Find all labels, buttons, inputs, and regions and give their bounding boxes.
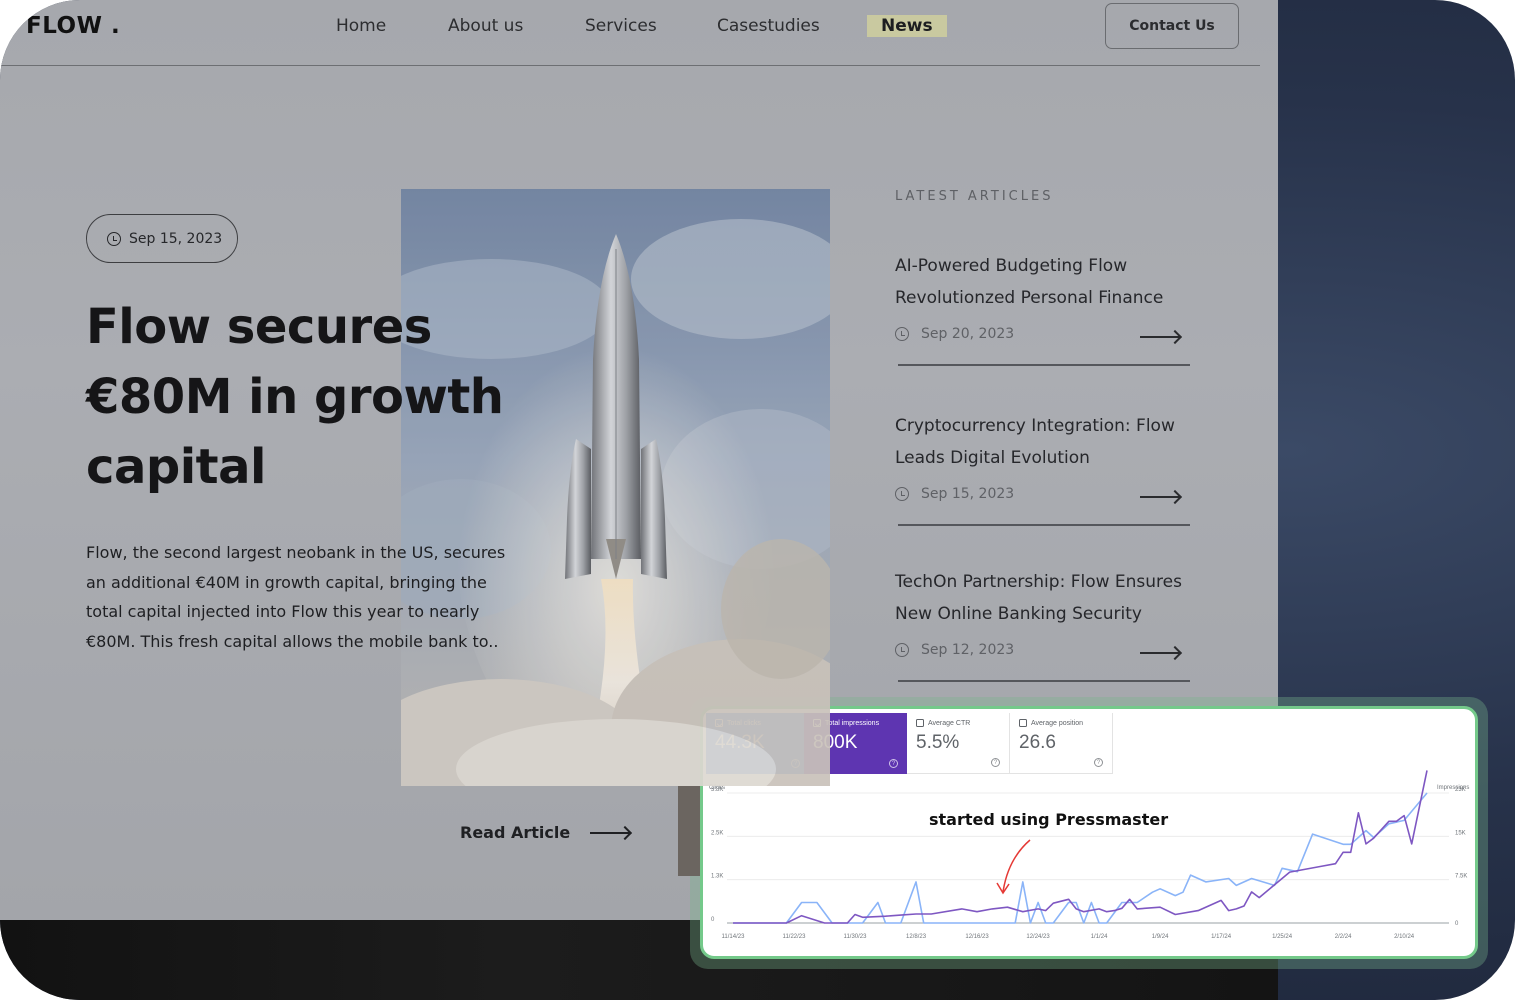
hero-headline: Flow secures €80M in growth capital	[86, 299, 504, 495]
arrow-right-icon	[590, 831, 631, 834]
x-tick-label: 12/16/23	[965, 934, 989, 940]
article-meta: Sep 12, 2023	[895, 642, 1190, 658]
hero-image-shadow	[678, 786, 700, 876]
hero-date-badge: Sep 15, 2023	[86, 214, 238, 263]
x-tick-label: 1/9/24	[1152, 934, 1169, 940]
nav-home[interactable]: Home	[336, 16, 386, 36]
x-tick-label: 1/25/24	[1272, 934, 1293, 940]
x-tick-label: 11/14/23	[722, 934, 746, 940]
arrow-right-icon[interactable]	[1140, 496, 1180, 498]
nav-services[interactable]: Services	[585, 16, 657, 36]
x-tick-label: 12/24/23	[1026, 934, 1050, 940]
divider	[898, 680, 1190, 682]
hero-date: Sep 15, 2023	[129, 230, 223, 247]
article-date: Sep 15, 2023	[921, 486, 1015, 502]
contact-us-button[interactable]: Contact Us	[1105, 3, 1239, 49]
y-right-axis-label: Impressions	[1437, 785, 1469, 791]
nav-about-us[interactable]: About us	[448, 16, 523, 36]
article-item[interactable]: Cryptocurrency Integration: Flow Leads D…	[895, 410, 1190, 526]
x-tick-label: 11/30/23	[844, 934, 868, 940]
latest-articles-heading: LATEST ARTICLES	[895, 189, 1054, 204]
annotation-arrow	[1002, 839, 1031, 893]
clock-icon	[895, 487, 909, 501]
logo[interactable]: FLOW .	[26, 13, 120, 39]
article-item[interactable]: TechOn Partnership: Flow Ensures New Onl…	[895, 566, 1190, 682]
article-item[interactable]: AI-Powered Budgeting Flow Revolutionzed …	[895, 250, 1190, 366]
y-right-tick-label: 15K	[1455, 830, 1466, 836]
arrow-right-icon[interactable]	[1140, 336, 1180, 338]
y-left-tick-label: 2.5K	[711, 830, 723, 836]
x-tick-label: 2/2/24	[1335, 934, 1352, 940]
nav-news[interactable]: News	[867, 15, 947, 37]
y-right-tick-label: 0	[1455, 921, 1459, 927]
article-title[interactable]: Cryptocurrency Integration: Flow Leads D…	[895, 410, 1190, 474]
read-article-link[interactable]: Read Article	[460, 823, 631, 842]
x-tick-label: 12/8/23	[906, 934, 927, 940]
screenshot-frame: FLOW . Home About us Services Casestudie…	[0, 0, 1515, 1000]
article-title[interactable]: AI-Powered Budgeting Flow Revolutionzed …	[895, 250, 1190, 314]
y-right-tick-label: 7.5K	[1455, 874, 1467, 880]
top-navigation: FLOW . Home About us Services Casestudie…	[0, 0, 1260, 66]
article-date: Sep 20, 2023	[921, 326, 1015, 342]
x-tick-label: 1/17/24	[1211, 934, 1232, 940]
clock-icon	[895, 643, 909, 657]
x-tick-label: 11/22/23	[783, 934, 807, 940]
x-tick-label: 2/10/24	[1394, 934, 1415, 940]
y-left-tick-label: 1.3K	[711, 874, 723, 880]
divider	[898, 364, 1190, 366]
clock-icon	[895, 327, 909, 341]
x-tick-label: 1/1/24	[1091, 934, 1108, 940]
article-meta: Sep 20, 2023	[895, 326, 1190, 342]
y-left-tick-label: 0	[711, 917, 715, 923]
hero-excerpt: Flow, the second largest neobank in the …	[86, 543, 506, 651]
article-meta: Sep 15, 2023	[895, 486, 1190, 502]
arrow-right-icon[interactable]	[1140, 652, 1180, 654]
clock-icon	[107, 231, 121, 246]
chart-annotation: started using Pressmaster	[929, 810, 1169, 829]
nav-casestudies[interactable]: Casestudies	[717, 16, 820, 36]
read-article-label: Read Article	[460, 823, 571, 842]
article-title[interactable]: TechOn Partnership: Flow Ensures New Onl…	[895, 566, 1190, 630]
article-date: Sep 12, 2023	[921, 642, 1015, 658]
divider	[898, 524, 1190, 526]
